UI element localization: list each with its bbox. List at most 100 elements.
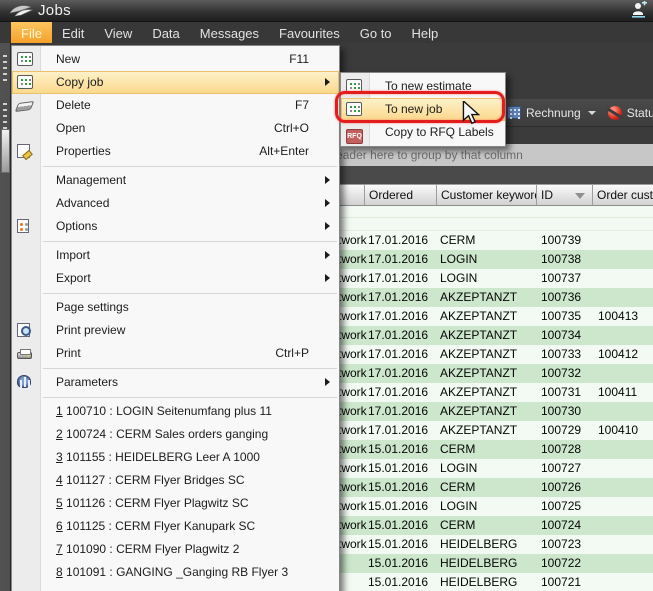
- copy-job-submenu: To new estimate To new jobRFQCopy to RFQ …: [340, 72, 506, 147]
- cell-ordered: 15.01.2016: [368, 556, 428, 570]
- splitter-grip[interactable]: [3, 103, 7, 129]
- menu-item-label: Print preview: [56, 323, 125, 337]
- cell-id: 100721: [541, 575, 581, 589]
- cell-customer-keyword: AKZEPTANZT: [440, 309, 517, 323]
- recent-job-item-4[interactable]: 4 101127 : CERM Flyer Bridges SC: [12, 469, 339, 492]
- menubar-item-edit[interactable]: Edit: [52, 22, 94, 43]
- menubar-item-help[interactable]: Help: [402, 22, 449, 43]
- recent-job-item-2[interactable]: 2 100724 : CERM Sales orders ganging: [12, 423, 339, 446]
- cell-order-customer: 100411: [598, 385, 637, 399]
- cell-ordered: 17.01.2016: [368, 423, 428, 437]
- recent-job-number: 8: [56, 565, 63, 579]
- submenu-item-label: To new estimate: [385, 79, 472, 93]
- cell-ordered: 15.01.2016: [368, 575, 428, 589]
- column-header-id[interactable]: ID: [537, 185, 593, 205]
- cell-customer-keyword: AKZEPTANZT: [440, 347, 517, 361]
- toolbar-button-status-änd[interactable]: Status änd: [608, 106, 653, 120]
- recent-job-label: 8 101091 : GANGING _Ganging RB Flyer 3: [56, 565, 288, 579]
- cell-status: twork: [338, 499, 367, 513]
- cell-ordered: 17.01.2016: [368, 404, 428, 418]
- splitter-thumb[interactable]: [1, 129, 10, 173]
- eraser-icon: [15, 101, 34, 112]
- column-header-label: Ordered: [369, 188, 413, 202]
- submenu-arrow-icon: [325, 78, 330, 86]
- cell-status: twork: [338, 537, 367, 551]
- jobs-window: Jobs FileEditViewDataMessagesFavouritesG…: [0, 0, 653, 591]
- column-header-label: Customer keyword: [441, 188, 537, 202]
- cell-customer-keyword: AKZEPTANZT: [440, 385, 517, 399]
- menu-item-label: Delete: [56, 98, 91, 112]
- cell-ordered: 17.01.2016: [368, 385, 428, 399]
- recent-job-number: 2: [56, 427, 63, 441]
- menu-item-page-settings[interactable]: Page settings: [12, 296, 339, 319]
- menu-item-delete[interactable]: DeleteF7: [12, 94, 339, 117]
- menu-item-copy-job[interactable]: Copy job: [12, 71, 339, 94]
- menu-item-options[interactable]: Options: [12, 215, 339, 238]
- submenu-item-to-new-estimate[interactable]: To new estimate: [341, 75, 505, 98]
- recent-job-item-6[interactable]: 6 101125 : CERM Flyer Kanupark SC: [12, 515, 339, 538]
- menubar-item-go-to[interactable]: Go to: [350, 22, 402, 43]
- recent-job-item-3[interactable]: 3 101155 : HEIDELBERG Leer A 1000: [12, 446, 339, 469]
- menu-item-properties[interactable]: PropertiesAlt+Enter: [12, 140, 339, 163]
- job-icon: [17, 52, 33, 66]
- cell-id: 100732: [541, 366, 581, 380]
- recent-job-item-7[interactable]: 7 101090 : CERM Flyer Plagwitz 2: [12, 538, 339, 561]
- splitter-grip[interactable]: [3, 55, 7, 81]
- cell-ordered: 15.01.2016: [368, 537, 428, 551]
- cell-id: 100726: [541, 480, 581, 494]
- column-header-label: ID: [541, 188, 553, 202]
- menu-item-parameters[interactable]: Parameters: [12, 371, 339, 394]
- preview-icon: [17, 323, 30, 337]
- menu-item-label: Copy job: [56, 75, 103, 89]
- column-header-customer-keyword[interactable]: Customer keyword: [437, 185, 537, 205]
- cell-status: twork: [338, 271, 367, 285]
- cell-id: 100736: [541, 290, 581, 304]
- menu-item-management[interactable]: Management: [12, 169, 339, 192]
- menu-item-advanced[interactable]: Advanced: [12, 192, 339, 215]
- cell-id: 100739: [541, 233, 581, 247]
- cell-id: 100734: [541, 328, 581, 342]
- building-icon: [507, 106, 521, 119]
- user-add-icon[interactable]: [629, 1, 648, 19]
- cell-status: twork: [338, 233, 367, 247]
- menu-item-label: Export: [56, 271, 91, 285]
- recent-job-item-1[interactable]: 1 100710 : LOGIN Seitenumfang plus 11: [12, 400, 339, 423]
- column-header-order-custo[interactable]: Order custo: [593, 185, 653, 205]
- recent-job-label: 4 101127 : CERM Flyer Bridges SC: [56, 473, 245, 487]
- menubar-item-file[interactable]: File: [11, 22, 52, 43]
- submenu-item-copy-to-rfq-labels[interactable]: RFQCopy to RFQ Labels: [341, 121, 505, 144]
- recent-job-item-8[interactable]: 8 101091 : GANGING _Ganging RB Flyer 3: [12, 561, 339, 584]
- cell-status: twork: [338, 290, 367, 304]
- props-icon: [17, 144, 30, 158]
- menubar-item-view[interactable]: View: [94, 22, 142, 43]
- menu-item-shortcut: Ctrl+O: [274, 121, 309, 135]
- cell-ordered: 17.01.2016: [368, 252, 428, 266]
- menu-item-print[interactable]: PrintCtrl+P: [12, 342, 339, 365]
- cell-status: twork: [338, 328, 367, 342]
- recent-job-number: 5: [56, 496, 63, 510]
- menu-item-label: Page settings: [56, 300, 129, 314]
- cell-customer-keyword: CERM: [440, 518, 475, 532]
- recent-job-item-5[interactable]: 5 101126 : CERM Flyer Plagwitz SC: [12, 492, 339, 515]
- menu-item-open[interactable]: OpenCtrl+O: [12, 117, 339, 140]
- menubar-item-favourites[interactable]: Favourites: [269, 22, 350, 43]
- submenu-arrow-icon: [325, 251, 330, 259]
- toolbar-button-rechnung[interactable]: Rechnung: [507, 106, 596, 120]
- menu-item-print-preview[interactable]: Print preview: [12, 319, 339, 342]
- menubar-item-data[interactable]: Data: [142, 22, 189, 43]
- recent-job-label: 2 100724 : CERM Sales orders ganging: [56, 427, 268, 441]
- column-header-ordered[interactable]: Ordered: [365, 185, 437, 205]
- cell-customer-keyword: HEIDELBERG: [440, 575, 517, 589]
- menubar-item-messages[interactable]: Messages: [190, 22, 269, 43]
- cell-customer-keyword: AKZEPTANZT: [440, 290, 517, 304]
- cell-id: 100735: [541, 309, 581, 323]
- submenu-item-to-new-job[interactable]: To new job: [341, 98, 505, 121]
- menu-item-label: New: [56, 52, 80, 66]
- cell-customer-keyword: LOGIN: [440, 461, 477, 475]
- cell-id: 100724: [541, 518, 581, 532]
- cell-order-customer: 100410: [598, 423, 638, 437]
- menu-item-export[interactable]: Export: [12, 267, 339, 290]
- menu-item-import[interactable]: Import: [12, 244, 339, 267]
- menu-bar: FileEditViewDataMessagesFavouritesGo toH…: [0, 22, 653, 43]
- menu-item-new[interactable]: NewF11: [12, 48, 339, 71]
